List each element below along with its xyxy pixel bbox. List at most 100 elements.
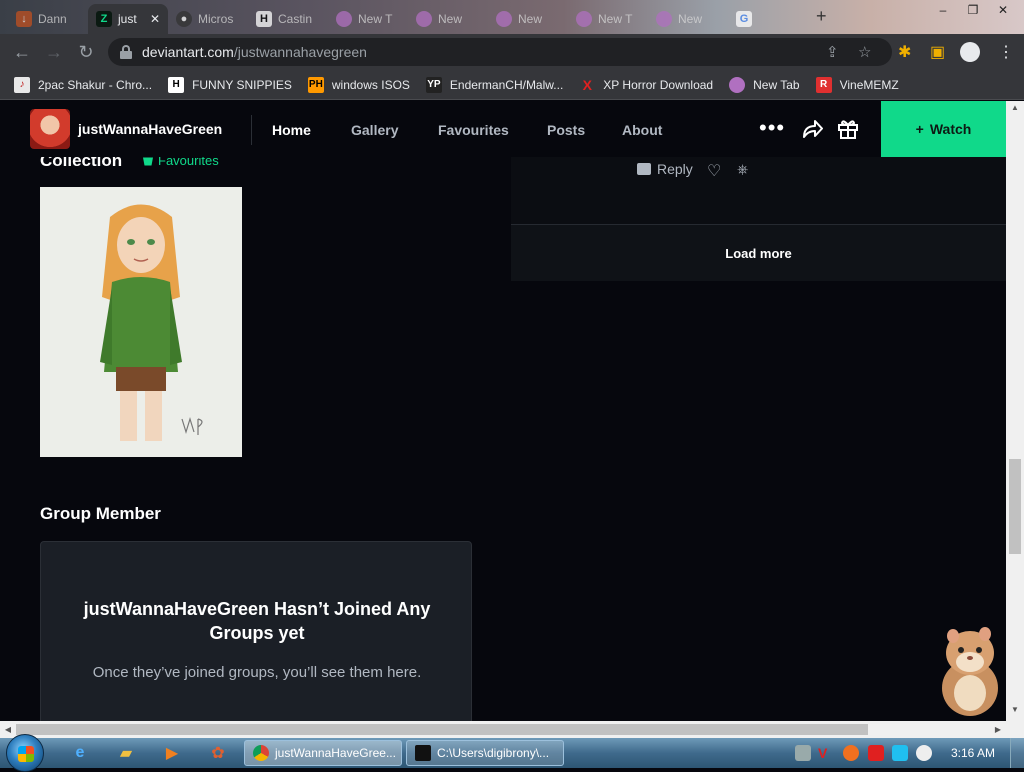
tab-posts[interactable]: Posts bbox=[547, 122, 585, 138]
browser-tab-strip: ↓ Dann Z just ✕ ● Micros H Castin New T … bbox=[0, 0, 1024, 34]
yp-icon: YP bbox=[425, 76, 442, 93]
r-icon: R bbox=[815, 76, 832, 93]
more-options-icon[interactable]: ••• bbox=[759, 115, 785, 141]
windows-taskbar: e ▰ ▶ ✿ justWannaHaveGree... C:\Users\di… bbox=[0, 734, 1024, 772]
share-arrow-icon[interactable] bbox=[800, 117, 824, 141]
tab-favourites[interactable]: Favourites bbox=[438, 122, 509, 138]
tray-search-icon[interactable] bbox=[843, 745, 859, 761]
hamster-desktop-pet bbox=[942, 627, 998, 716]
chrome-icon bbox=[253, 745, 269, 761]
internet-explorer-icon[interactable]: e bbox=[60, 741, 100, 765]
tab-about[interactable]: About bbox=[622, 122, 662, 138]
heart-icon[interactable]: ♡ bbox=[707, 161, 721, 181]
browser-toolbar: ← → ↻ deviantart.com/justwannahavegreen … bbox=[0, 34, 1024, 70]
tray-v-icon[interactable]: V bbox=[818, 745, 834, 761]
folder-icon[interactable]: ▰ bbox=[106, 741, 146, 765]
restore-icon[interactable]: ❐ bbox=[958, 0, 988, 20]
browser-tab[interactable]: New T bbox=[328, 4, 408, 34]
taskbar-clock[interactable]: 3:16 AM bbox=[951, 746, 995, 760]
gift-badge-icon[interactable]: ⎈ bbox=[737, 161, 748, 178]
vertical-scroll-thumb[interactable] bbox=[1009, 459, 1021, 554]
avatar[interactable] bbox=[30, 109, 70, 149]
reload-icon[interactable]: ↻ bbox=[76, 42, 96, 63]
address-bar[interactable]: deviantart.com/justwannahavegreen ⇪ ☆ bbox=[108, 38, 892, 66]
tray-volume-icon[interactable] bbox=[916, 745, 932, 761]
bookmark-item[interactable]: PH windows ISOS bbox=[307, 76, 410, 93]
tab-home[interactable]: Home bbox=[272, 122, 311, 138]
bookmark-item[interactable]: ♪ 2pac Shakur - Chro... bbox=[14, 76, 152, 93]
scroll-down-arrow-icon[interactable]: ▼ bbox=[1006, 705, 1024, 719]
lock-icon bbox=[120, 45, 132, 59]
tray-display-icon[interactable] bbox=[892, 745, 908, 761]
show-desktop-button[interactable] bbox=[1010, 738, 1024, 768]
watch-button[interactable]: + Watch bbox=[881, 101, 1006, 157]
profile-username[interactable]: justWannaHaveGreen bbox=[78, 121, 222, 137]
group-empty-title: justWannaHaveGreen Hasn’t Joined Any Gro… bbox=[83, 599, 431, 643]
reply-button[interactable]: Reply bbox=[637, 161, 693, 177]
new-tab-icon bbox=[576, 11, 592, 27]
share-page-icon[interactable]: ⇪ bbox=[826, 43, 839, 61]
bookmark-item[interactable]: X XP Horror Download bbox=[579, 76, 714, 93]
extensions-puzzle-icon[interactable]: ✱ bbox=[898, 42, 911, 62]
scroll-up-arrow-icon[interactable]: ▲ bbox=[1006, 103, 1024, 117]
browser-tab[interactable]: New bbox=[648, 4, 728, 34]
web-page: Collection Favourites Group Member justW… bbox=[0, 101, 1006, 721]
deviantart-icon: Z bbox=[96, 11, 112, 27]
scroll-left-arrow-icon[interactable]: ◀ bbox=[0, 721, 16, 738]
ph-icon: PH bbox=[307, 76, 324, 93]
tray-flag-icon[interactable] bbox=[868, 745, 884, 761]
browser-tab-active[interactable]: Z just ✕ bbox=[88, 4, 168, 34]
new-tab-button[interactable]: + bbox=[816, 6, 827, 27]
bookmark-item[interactable]: YP EndermanCH/Malw... bbox=[425, 76, 563, 93]
tab-gallery[interactable]: Gallery bbox=[351, 122, 398, 138]
side-panel-icon[interactable]: ▣ bbox=[930, 42, 945, 62]
start-button[interactable] bbox=[6, 734, 44, 772]
gift-icon[interactable] bbox=[837, 117, 859, 139]
load-more-button[interactable]: Load more bbox=[511, 225, 1006, 281]
browser-tab[interactable]: ● Micros bbox=[168, 4, 248, 34]
favourites-icon bbox=[143, 157, 153, 166]
group-empty-card: justWannaHaveGreen Hasn’t Joined Any Gro… bbox=[40, 541, 472, 721]
url-path: /justwannahavegreen bbox=[233, 44, 367, 60]
url-host: deviantart.com bbox=[142, 44, 234, 60]
vertical-scrollbar[interactable]: ▲ ▼ bbox=[1006, 101, 1024, 721]
horizontal-scroll-thumb[interactable] bbox=[16, 724, 868, 735]
taskbar-item-chrome[interactable]: justWannaHaveGree... bbox=[244, 740, 402, 766]
window-close-icon[interactable]: ✕ bbox=[988, 0, 1018, 20]
x-icon: X bbox=[582, 76, 592, 93]
artwork-drawing bbox=[40, 187, 242, 457]
new-tab-icon bbox=[416, 11, 432, 27]
tray-app-icon[interactable] bbox=[795, 745, 811, 761]
close-tab-icon[interactable]: ✕ bbox=[150, 12, 160, 26]
h-icon: H bbox=[256, 11, 272, 27]
minimize-icon[interactable]: – bbox=[928, 0, 958, 20]
media-player-icon[interactable]: ▶ bbox=[152, 741, 192, 765]
forward-arrow-icon[interactable]: → bbox=[44, 42, 64, 63]
taskbar-item-7zip[interactable]: C:\Users\digibrony\... bbox=[406, 740, 564, 766]
new-tab-icon bbox=[656, 11, 672, 27]
bookmark-item[interactable]: R VineMEMZ bbox=[815, 76, 899, 93]
browser-tab[interactable]: G bbox=[728, 4, 808, 34]
browser-tab[interactable]: New bbox=[408, 4, 488, 34]
artwork-thumbnail[interactable] bbox=[40, 187, 242, 457]
profile-avatar-icon[interactable] bbox=[960, 42, 980, 62]
browser-tab[interactable]: ↓ Dann bbox=[8, 4, 88, 34]
tab-icon bbox=[729, 76, 746, 93]
google-icon: G bbox=[736, 11, 752, 27]
bookmark-item[interactable]: H FUNNY SNIPPIES bbox=[168, 76, 292, 93]
browser-tab[interactable]: H Castin bbox=[248, 4, 328, 34]
bookmarks-bar: ♪ 2pac Shakur - Chro... H FUNNY SNIPPIES… bbox=[0, 70, 1024, 100]
horizontal-scrollbar[interactable]: ◀ ▶ bbox=[0, 721, 1024, 738]
scroll-right-arrow-icon[interactable]: ▶ bbox=[990, 721, 1006, 738]
new-tab-icon bbox=[496, 11, 512, 27]
new-tab-icon bbox=[336, 11, 352, 27]
bookmark-item[interactable]: New Tab bbox=[729, 76, 800, 93]
download-icon: ↓ bbox=[16, 11, 32, 27]
kebab-menu-icon[interactable]: ⋮ bbox=[998, 42, 1014, 62]
browser-tab[interactable]: New bbox=[488, 4, 568, 34]
browser-tab[interactable]: New T bbox=[568, 4, 648, 34]
app-pinned-icon[interactable]: ✿ bbox=[198, 741, 238, 765]
bookmark-star-icon[interactable]: ☆ bbox=[858, 43, 871, 61]
back-arrow-icon[interactable]: ← bbox=[12, 42, 32, 63]
github-icon: ● bbox=[176, 11, 192, 27]
